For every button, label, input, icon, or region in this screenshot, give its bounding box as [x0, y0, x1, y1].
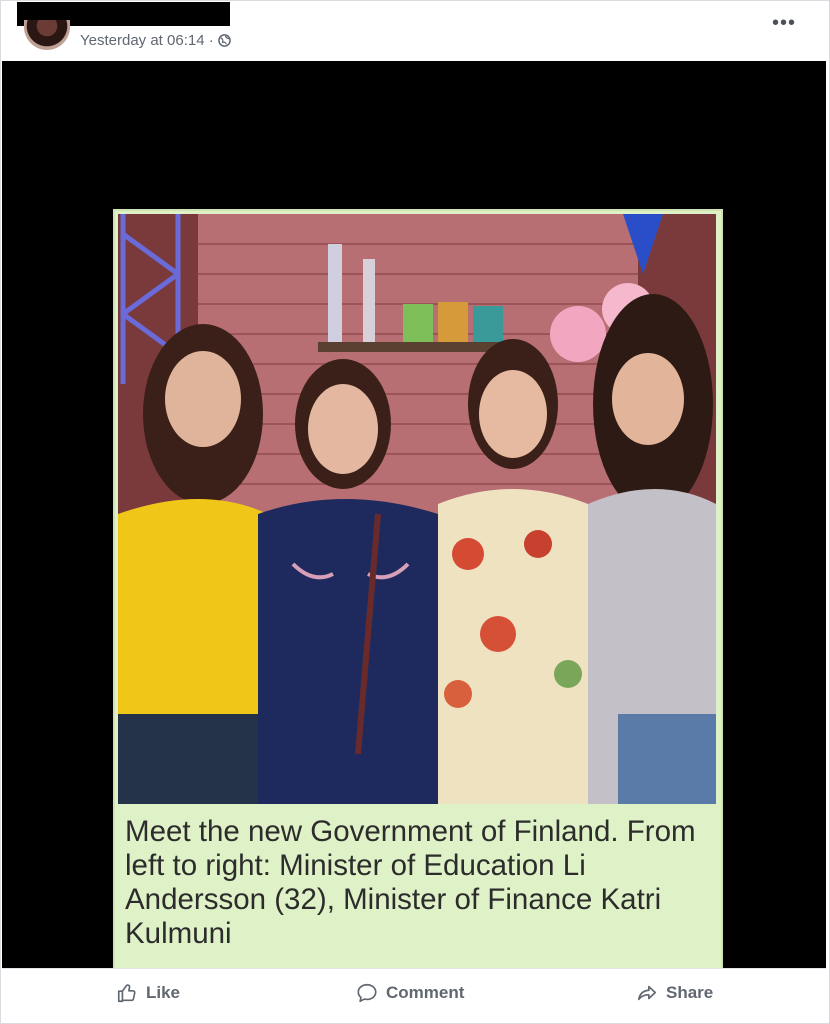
post-meta: Yesterday at 06:14 · — [80, 32, 231, 49]
image-caption: Meet the new Government of Finland. From… — [125, 815, 696, 950]
avatar[interactable] — [24, 20, 70, 50]
post-header: Yesterday at 06:14 · ••• — [0, 0, 830, 58]
globe-icon — [217, 34, 231, 47]
post-media[interactable]: Meet the new Government of Finland. From… — [2, 61, 826, 972]
thumbs-up-icon — [117, 984, 136, 1003]
share-arrow-icon — [637, 985, 657, 1001]
share-button[interactable]: Share — [636, 982, 713, 1004]
like-label: Like — [146, 983, 181, 1002]
more-options-button[interactable]: ••• — [772, 12, 796, 35]
comment-button[interactable]: Comment — [356, 982, 464, 1004]
post-action-bar: Like Comment Share — [2, 968, 826, 1021]
comment-label: Comment — [386, 983, 465, 1002]
like-button[interactable]: Like — [116, 982, 180, 1004]
comment-icon — [357, 983, 377, 1003]
group-photo — [118, 214, 716, 804]
share-label: Share — [666, 983, 714, 1002]
shared-image-card: Meet the new Government of Finland. From… — [113, 209, 723, 972]
post-timestamp[interactable]: Yesterday at 06:14 · — [80, 32, 214, 49]
